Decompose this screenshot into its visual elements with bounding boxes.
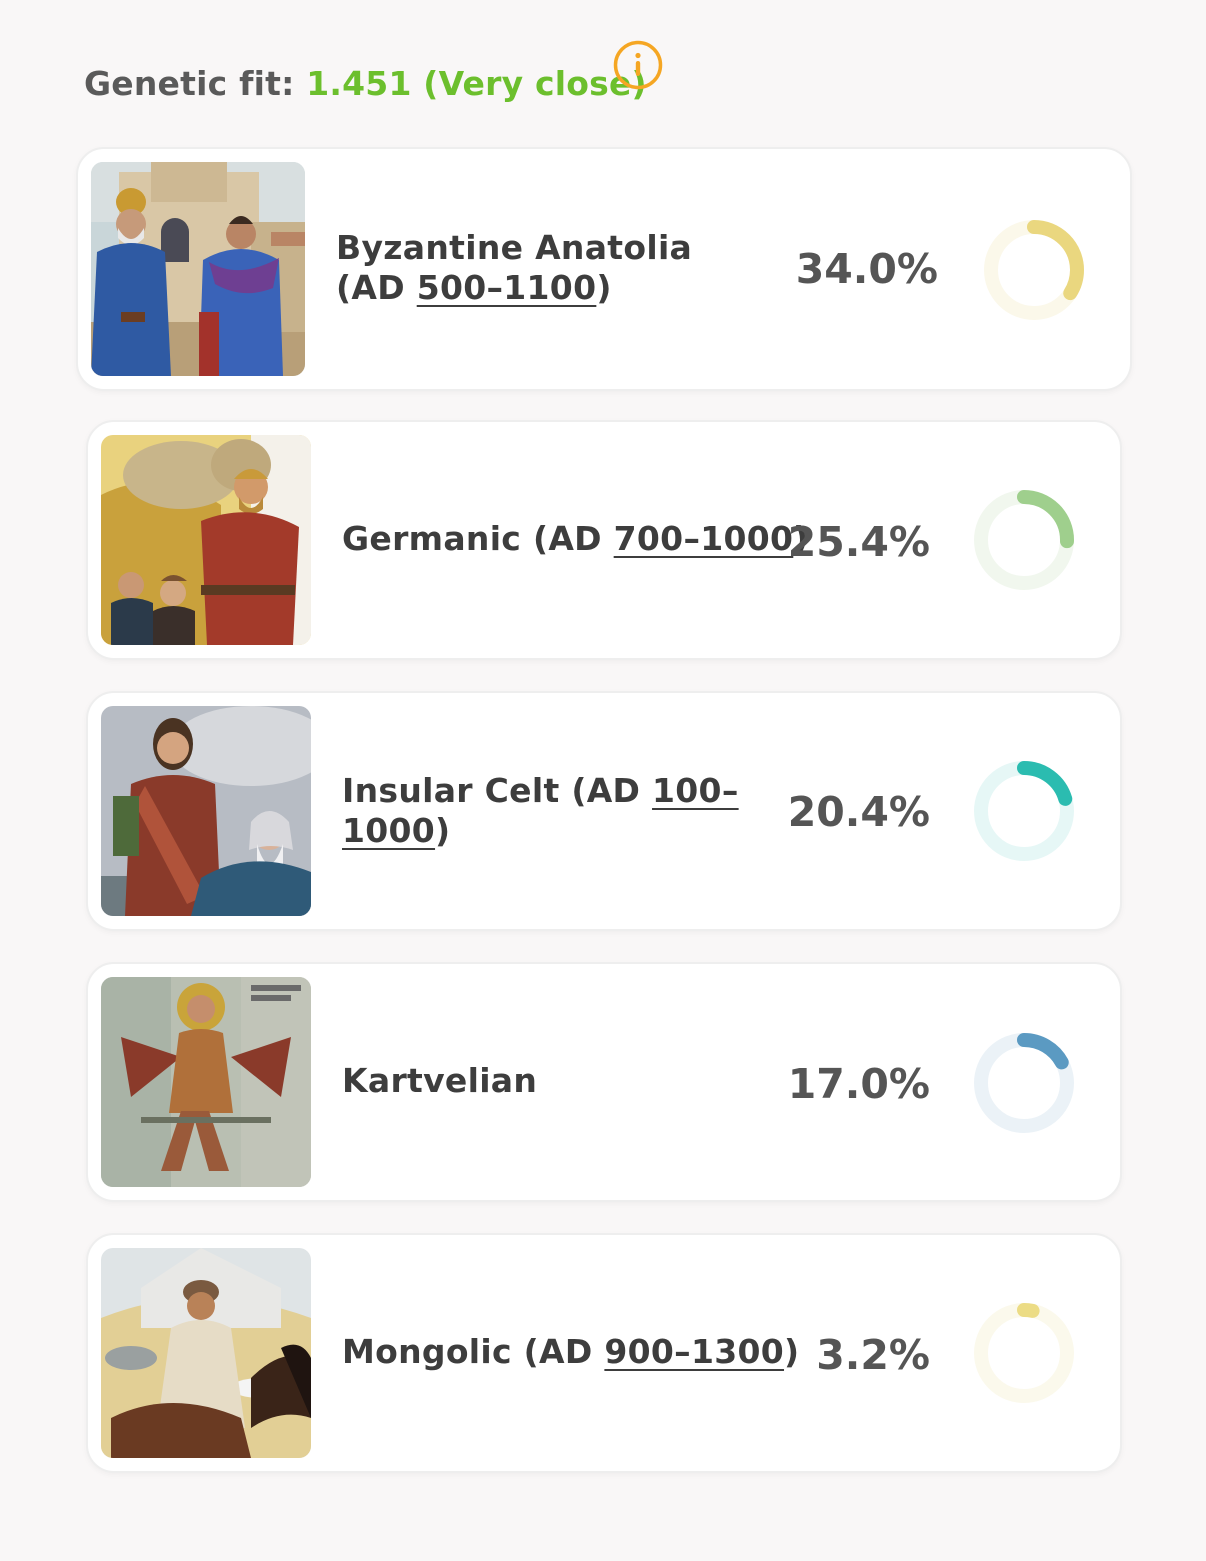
population-name: Kartvelian <box>342 1061 538 1100</box>
population-percent: 25.4% <box>787 518 930 566</box>
kartvelian-fresco <box>101 977 311 1187</box>
population-name: Byzantine Anatolia (AD 500–1100) <box>336 228 693 307</box>
genetic-fit-header: Genetic fit: 1.451 (Very close) <box>84 64 647 103</box>
percent-donut-chart <box>974 1303 1074 1403</box>
percent-donut-chart <box>974 490 1074 590</box>
population-card-mongolic[interactable]: Mongolic (AD 900–1300) 3.2% <box>86 1233 1122 1473</box>
population-percent: 17.0% <box>787 1060 930 1108</box>
population-card-kartvelian[interactable]: Kartvelian 17.0% <box>86 962 1122 1202</box>
period-link[interactable]: 1000 <box>342 811 435 850</box>
population-percent: 3.2% <box>816 1331 930 1379</box>
genetic-fit-label: Genetic fit: <box>84 64 295 103</box>
population-card-insular-celt[interactable]: Insular Celt (AD 100– 1000) 20.4% <box>86 691 1122 931</box>
percent-donut-chart <box>974 1033 1074 1133</box>
germanic-illustration <box>101 435 311 645</box>
period-link[interactable]: 500–1100 <box>417 268 597 307</box>
population-percent: 20.4% <box>787 788 930 836</box>
population-card-germanic[interactable]: Germanic (AD 700–1000) 25.4% <box>86 420 1122 660</box>
period-link[interactable]: 100– <box>652 771 739 810</box>
population-name: Insular Celt (AD 100– 1000) <box>342 771 739 850</box>
celt-illustration <box>101 706 311 916</box>
population-card-byzantine-anatolia[interactable]: Byzantine Anatolia (AD 500–1100) 34.0% <box>76 147 1132 391</box>
info-circle-icon[interactable] <box>612 39 664 91</box>
percent-donut-chart <box>974 761 1074 861</box>
byzantine-illustration <box>91 162 305 376</box>
population-name: Germanic (AD 700–1000) <box>342 519 809 558</box>
population-percent: 34.0% <box>795 245 938 293</box>
mongolic-illustration <box>101 1248 311 1458</box>
genetic-fit-value: 1.451 (Very close) <box>306 64 647 103</box>
population-name: Mongolic (AD 900–1300) <box>342 1332 800 1371</box>
percent-donut-chart <box>984 220 1084 320</box>
